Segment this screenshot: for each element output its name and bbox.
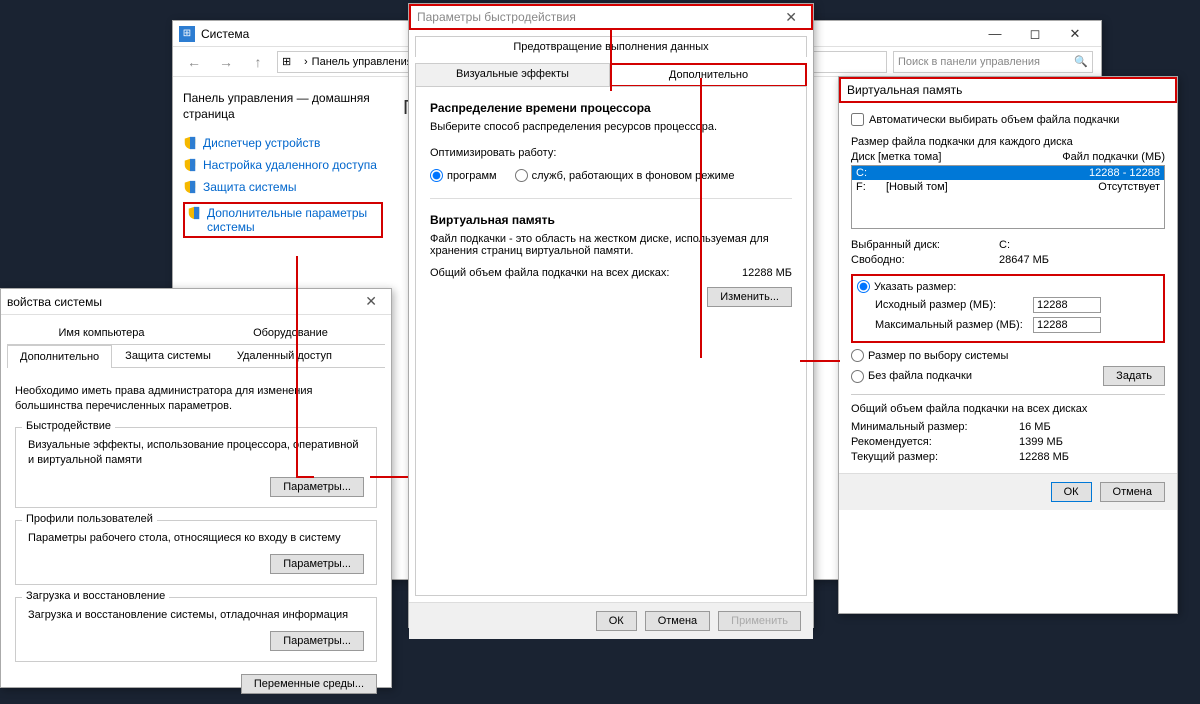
vmem-title: Виртуальная память xyxy=(847,83,1169,97)
vm-desc: Файл подкачки - это область на жестком д… xyxy=(430,233,792,257)
close-icon[interactable]: ✕ xyxy=(357,291,385,312)
shield-icon xyxy=(183,158,197,172)
sys-props-titlebar: войства системы ✕ xyxy=(1,289,391,315)
summary-heading: Общий объем файла подкачки на всех диска… xyxy=(851,403,1165,415)
sys-props-title: войства системы xyxy=(7,295,357,309)
annotation-line xyxy=(296,256,298,478)
monitor-icon: ⊞ xyxy=(282,55,296,69)
annotation-line xyxy=(700,78,702,358)
minimize-button[interactable]: — xyxy=(975,21,1015,47)
sched-heading: Распределение времени процессора xyxy=(430,101,792,115)
apply-button[interactable]: Применить xyxy=(718,611,801,631)
tab-visual-effects[interactable]: Визуальные эффекты xyxy=(415,63,610,86)
auto-size-checkbox[interactable]: Автоматически выбирать объем файла подка… xyxy=(851,113,1165,126)
set-button[interactable]: Задать xyxy=(1103,366,1165,386)
shield-icon xyxy=(183,136,197,150)
tab-hardware[interactable]: Оборудование xyxy=(196,321,385,344)
vm-change-button[interactable]: Изменить... xyxy=(707,287,792,307)
tab-perf-advanced[interactable]: Дополнительно xyxy=(610,63,807,87)
radio-system-size[interactable]: Размер по выбору системы xyxy=(851,349,1165,362)
max-size-input[interactable] xyxy=(1033,317,1101,333)
startup-params-button[interactable]: Параметры... xyxy=(270,631,364,651)
sidebar-system-protection[interactable]: Защита системы xyxy=(183,180,383,194)
env-vars-button[interactable]: Переменные среды... xyxy=(241,674,377,694)
performance-params-button[interactable]: Параметры... xyxy=(270,477,364,497)
shield-icon xyxy=(183,180,197,194)
annotation-line xyxy=(296,476,314,478)
disk-row[interactable]: C: 12288 - 12288 xyxy=(852,166,1164,180)
annotation-line xyxy=(370,476,408,478)
performance-options-dialog: Параметры быстродействия ✕ Предотвращени… xyxy=(408,3,814,628)
virtual-memory-dialog: Виртуальная память Автоматически выбират… xyxy=(838,76,1178,614)
nav-forward-icon[interactable]: → xyxy=(213,51,239,73)
system-icon: ⊞ xyxy=(179,26,195,42)
tab-computer-name[interactable]: Имя компьютера xyxy=(7,321,196,344)
ok-button[interactable]: ОК xyxy=(596,611,637,631)
vmem-cancel-button[interactable]: Отмена xyxy=(1100,482,1165,502)
startup-group: Загрузка и восстановление Загрузка и вос… xyxy=(15,597,377,662)
sidebar-heading: Панель управления — домашняя страница xyxy=(183,91,383,122)
sidebar-remote-settings[interactable]: Настройка удаленного доступа xyxy=(183,158,383,172)
annotation-line xyxy=(610,28,612,91)
cancel-button[interactable]: Отмена xyxy=(645,611,710,631)
radio-no-pagefile[interactable]: Без файла подкачки xyxy=(851,370,972,383)
sched-desc: Выберите способ распределения ресурсов п… xyxy=(430,121,792,133)
tab-advanced[interactable]: Дополнительно xyxy=(7,345,112,368)
vmem-titlebar: Виртуальная память xyxy=(839,77,1177,103)
performance-group: Быстродействие Визуальные эффекты, испол… xyxy=(15,427,377,508)
initial-size-input[interactable] xyxy=(1033,297,1101,313)
radio-custom-size[interactable]: Указать размер: xyxy=(857,280,1159,293)
nav-up-icon[interactable]: ↑ xyxy=(245,51,271,73)
perf-titlebar: Параметры быстродействия ✕ xyxy=(409,4,813,30)
sidebar-advanced-settings[interactable]: Дополнительные параметры системы xyxy=(183,202,383,238)
nav-back-icon[interactable]: ← xyxy=(181,51,207,73)
disk-row[interactable]: F: [Новый том] Отсутствует xyxy=(852,180,1164,194)
sched-optimize: Оптимизировать работу: xyxy=(430,147,792,159)
search-icon: 🔍 xyxy=(1074,55,1088,68)
admin-note: Необходимо иметь права администратора дл… xyxy=(15,384,377,415)
vmem-ok-button[interactable]: ОК xyxy=(1051,482,1092,502)
profiles-group: Профили пользователей Параметры рабочего… xyxy=(15,520,377,585)
profiles-params-button[interactable]: Параметры... xyxy=(270,554,364,574)
disk-list[interactable]: C: 12288 - 12288 F: [Новый том] Отсутств… xyxy=(851,165,1165,229)
perf-title: Параметры быстродействия xyxy=(417,10,777,24)
radio-programs[interactable]: программ xyxy=(430,169,497,182)
shield-icon xyxy=(187,206,201,220)
close-icon[interactable]: ✕ xyxy=(777,7,805,28)
tab-remote[interactable]: Удаленный доступ xyxy=(224,344,345,367)
sidebar-device-manager[interactable]: Диспетчер устройств xyxy=(183,136,383,150)
annotation-line xyxy=(800,360,840,362)
disk-list-heading: Размер файла подкачки для каждого диска xyxy=(851,136,1165,148)
search-input[interactable]: Поиск в панели управления 🔍 xyxy=(893,51,1093,73)
tab-protection[interactable]: Защита системы xyxy=(112,344,224,367)
vm-heading: Виртуальная память xyxy=(430,213,792,227)
maximize-button[interactable]: ◻ xyxy=(1015,21,1055,47)
system-properties-dialog: войства системы ✕ Имя компьютера Оборудо… xyxy=(0,288,392,688)
close-button[interactable]: ✕ xyxy=(1055,21,1095,47)
